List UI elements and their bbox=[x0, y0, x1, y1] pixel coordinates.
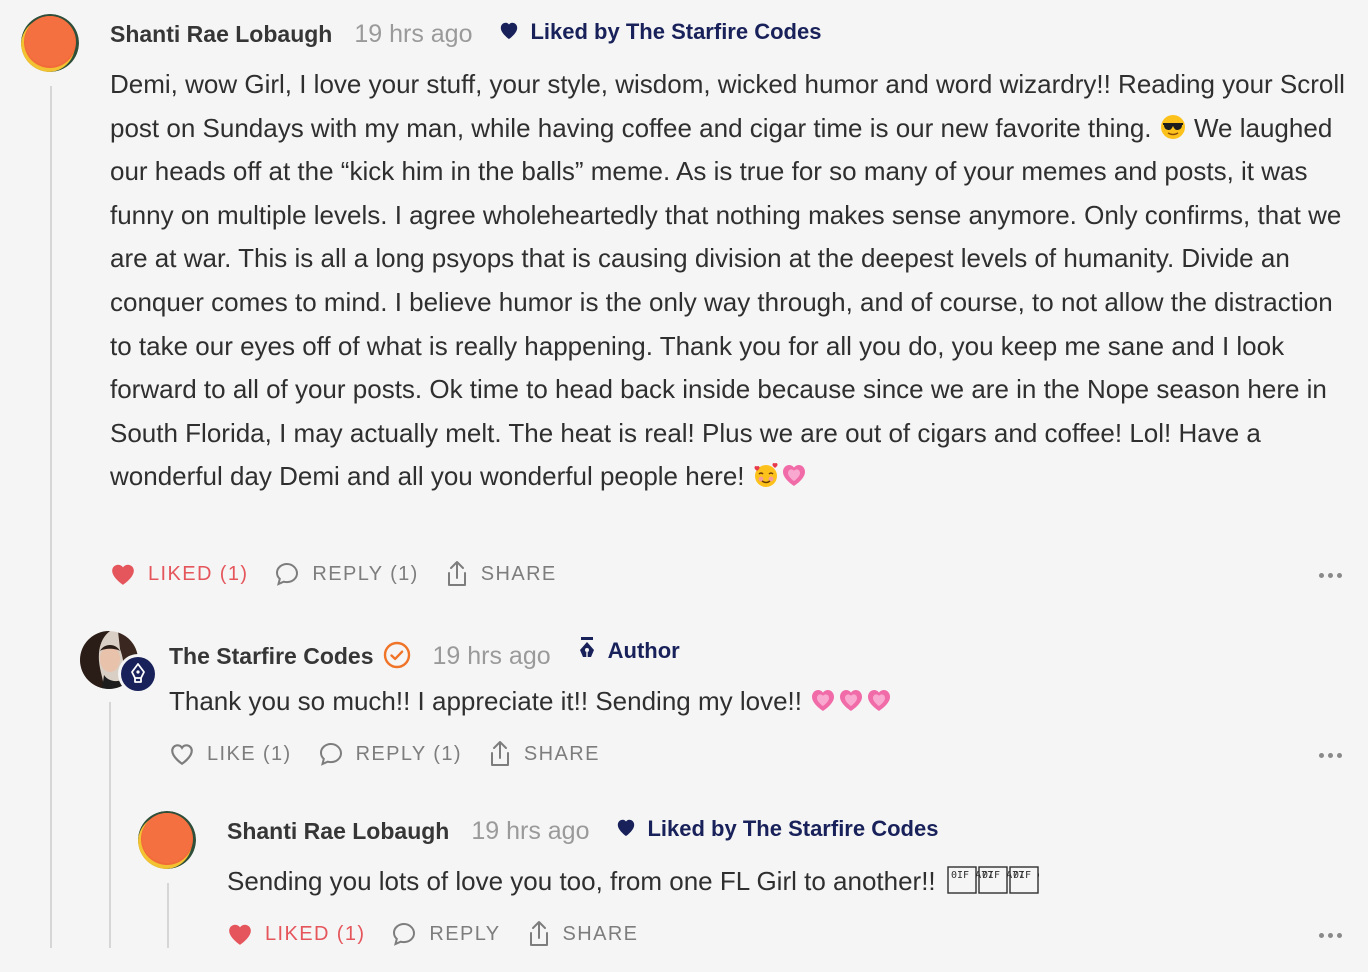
comment-body: Sending you lots of love you too, from o… bbox=[227, 860, 1337, 904]
author-badge-label: Author bbox=[607, 638, 680, 663]
speech-bubble-icon bbox=[393, 922, 416, 946]
like-button[interactable]: LIKED (1) bbox=[110, 562, 248, 586]
comment-body: Thank you so much!! I appreciate it!! Se… bbox=[169, 680, 1339, 724]
timestamp[interactable]: 19 hrs ago bbox=[433, 642, 551, 671]
author-name[interactable]: Shanti Rae Lobaugh bbox=[110, 21, 332, 48]
share-icon bbox=[529, 921, 548, 946]
liked-by-label: Liked by The Starfire Codes bbox=[647, 816, 939, 841]
liked-by-label: Liked by The Starfire Codes bbox=[530, 19, 822, 44]
thread-line bbox=[50, 86, 52, 948]
reply-button[interactable]: REPLY (1) bbox=[274, 561, 418, 587]
avatar[interactable] bbox=[21, 14, 79, 72]
comment-actions: LIKED (1) REPLY (1) SHARE bbox=[110, 560, 583, 588]
like-label: LIKED (1) bbox=[148, 562, 249, 585]
reply-label: REPLY bbox=[429, 922, 501, 945]
growing-heart-emoji-icon bbox=[812, 690, 835, 711]
share-button[interactable]: SHARE bbox=[445, 560, 557, 588]
comment-actions: LIKE (1) REPLY (1) SHARE bbox=[169, 740, 626, 768]
like-label: LIKED (1) bbox=[265, 922, 366, 945]
pen-nib-icon bbox=[579, 637, 594, 657]
author-name[interactable]: The Starfire Codes bbox=[169, 643, 374, 670]
heart-filled-icon bbox=[112, 564, 134, 585]
reply-label: REPLY (1) bbox=[312, 562, 419, 585]
liked-by-badge: Liked by The Starfire Codes bbox=[498, 19, 821, 45]
growing-heart-emoji-icon bbox=[782, 465, 805, 487]
growing-heart-emoji-icon bbox=[840, 690, 863, 711]
more-options-icon[interactable] bbox=[1319, 933, 1342, 938]
avatar[interactable] bbox=[138, 811, 196, 869]
verified-check-icon bbox=[383, 641, 411, 674]
share-icon bbox=[490, 741, 509, 766]
timestamp[interactable]: 19 hrs ago bbox=[354, 20, 472, 49]
more-options-icon[interactable] bbox=[1319, 753, 1342, 758]
like-label: LIKE (1) bbox=[207, 742, 292, 765]
share-button[interactable]: SHARE bbox=[488, 740, 600, 768]
comment-text: We laughed our heads off at the “kick hi… bbox=[110, 112, 1342, 492]
growing-heart-emoji-icon bbox=[868, 690, 891, 711]
heart-icon bbox=[501, 22, 518, 40]
speech-bubble-icon bbox=[319, 742, 342, 766]
comment-text: Thank you so much!! I appreciate it!! Se… bbox=[169, 686, 802, 716]
glyph-code: 0IF A77 bbox=[1013, 870, 1039, 881]
reply-label: REPLY (1) bbox=[355, 742, 462, 765]
reply-button[interactable]: REPLY bbox=[391, 921, 500, 947]
unknown-glyph-icon: 0IF A77 0IF A77 0IF A77 bbox=[947, 866, 1055, 894]
comment-header: The Starfire Codes 19 hrs ago Author bbox=[169, 636, 680, 671]
share-label: SHARE bbox=[523, 742, 600, 765]
author-badge-icon bbox=[118, 654, 158, 694]
liked-by-badge: Liked by The Starfire Codes bbox=[615, 816, 938, 842]
share-label: SHARE bbox=[562, 922, 639, 945]
heart-icon bbox=[618, 819, 635, 837]
heart-outline-icon bbox=[171, 744, 193, 766]
comment-header: Shanti Rae Lobaugh 19 hrs ago Liked by T… bbox=[227, 816, 938, 846]
reply-button[interactable]: REPLY (1) bbox=[318, 741, 462, 767]
smiling-hearts-emoji-icon bbox=[754, 463, 778, 488]
share-label: SHARE bbox=[480, 562, 557, 585]
comment-actions: LIKED (1) REPLY SHARE bbox=[227, 920, 664, 948]
author-badge: Author bbox=[577, 637, 680, 664]
share-icon bbox=[447, 561, 466, 586]
heart-filled-icon bbox=[229, 924, 251, 945]
timestamp[interactable]: 19 hrs ago bbox=[471, 817, 589, 846]
more-options-icon[interactable] bbox=[1319, 573, 1342, 578]
sunglasses-emoji-icon bbox=[1160, 114, 1185, 139]
speech-bubble-icon bbox=[276, 562, 299, 586]
like-button[interactable]: LIKED (1) bbox=[227, 922, 365, 946]
like-button[interactable]: LIKE (1) bbox=[169, 742, 292, 766]
author-name[interactable]: Shanti Rae Lobaugh bbox=[227, 818, 449, 845]
thread-line bbox=[167, 883, 169, 948]
share-button[interactable]: SHARE bbox=[527, 920, 639, 948]
thread-line bbox=[109, 702, 111, 948]
comment-body: Demi, wow Girl, I love your stuff, your … bbox=[110, 63, 1346, 499]
comment-header: Shanti Rae Lobaugh 19 hrs ago Liked by T… bbox=[110, 19, 821, 49]
comment-text: Sending you lots of love you too, from o… bbox=[227, 866, 936, 896]
